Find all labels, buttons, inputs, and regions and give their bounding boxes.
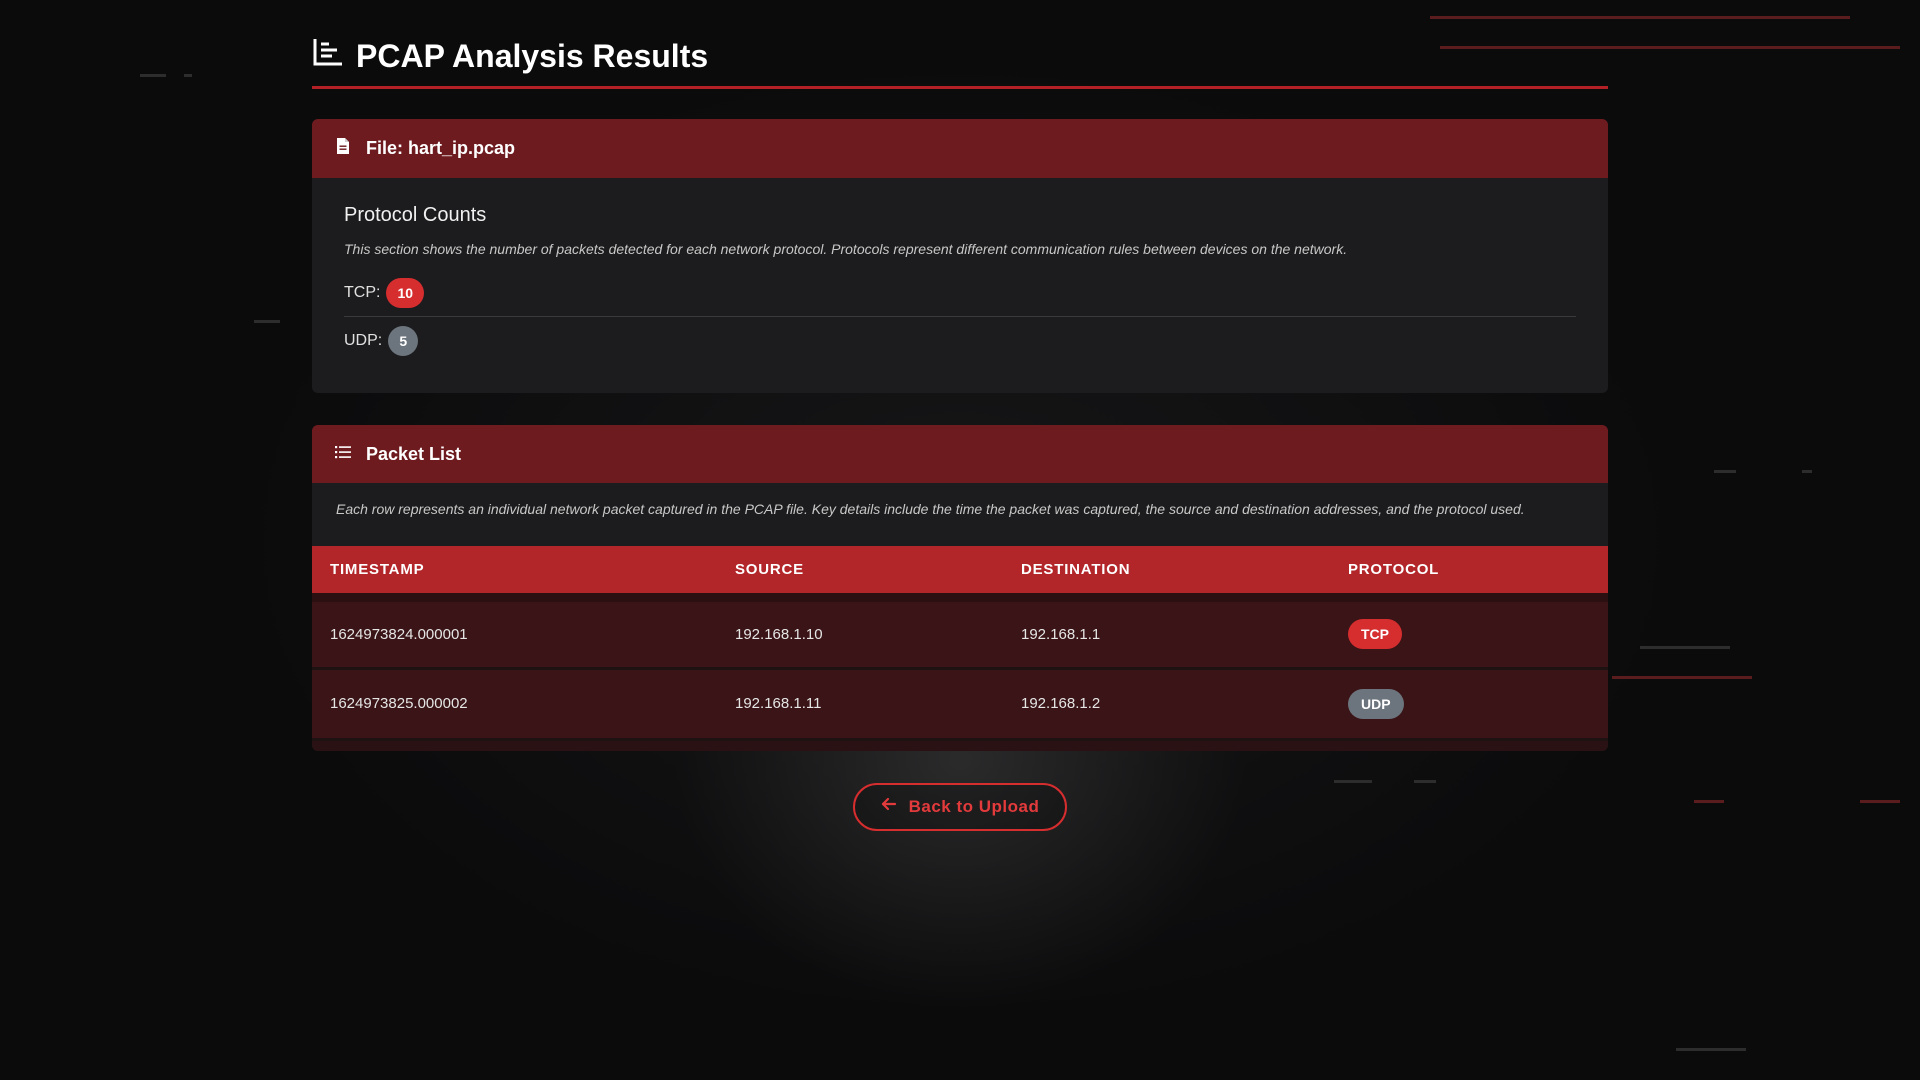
- bg-decoration: [1694, 800, 1724, 803]
- chart-bar-icon: [312, 36, 344, 76]
- packet-table: TIMESTAMP SOURCE DESTINATION PROTOCOL 16…: [312, 546, 1608, 741]
- protocol-badge: TCP: [1348, 619, 1402, 649]
- column-header-source: SOURCE: [735, 560, 804, 578]
- bg-decoration: [184, 74, 192, 77]
- bg-decoration: [1640, 646, 1730, 649]
- column-header-timestamp: TIMESTAMP: [330, 560, 425, 578]
- section-title: Protocol Counts: [344, 204, 487, 226]
- table-row: 1624973824.000001 192.168.1.10 192.168.1…: [312, 597, 1608, 668]
- bg-decoration: [1860, 800, 1900, 803]
- bg-decoration: [1430, 16, 1850, 19]
- bg-decoration: [1802, 470, 1812, 473]
- column-header-destination: DESTINATION: [1021, 560, 1131, 578]
- cell-source: 192.168.1.11: [735, 695, 822, 712]
- file-icon: [334, 137, 352, 160]
- count-badge: 10: [386, 277, 425, 308]
- back-button-label: Back to Upload: [908, 796, 1040, 816]
- packet-list-card: Packet List Each row represents an indiv…: [312, 425, 1608, 751]
- protocol-label: UDP:: [344, 332, 383, 349]
- page-title: PCAP Analysis Results: [312, 36, 1608, 89]
- back-to-upload-button[interactable]: Back to Upload: [852, 782, 1068, 831]
- cell-timestamp: 1624973824.000001: [330, 625, 468, 643]
- page-title-text: PCAP Analysis Results: [356, 37, 709, 74]
- cell-timestamp: 1624973825.000002: [330, 695, 468, 712]
- file-card-header: File: hart_ip.pcap: [312, 119, 1608, 178]
- column-header-protocol: PROTOCOL: [1348, 560, 1440, 578]
- protocol-label: TCP:: [344, 283, 381, 301]
- cell-destination: 192.168.1.2: [1021, 695, 1101, 712]
- bg-decoration: [1714, 470, 1736, 473]
- count-badge: 5: [388, 326, 419, 356]
- file-card: File: hart_ip.pcap Protocol Counts This …: [312, 119, 1608, 393]
- bg-decoration: [1612, 676, 1752, 679]
- packet-list-description: Each row represents an individual networ…: [312, 483, 1608, 546]
- file-name: File: hart_ip.pcap: [366, 138, 516, 158]
- protocol-count-row: UDP: 5: [344, 317, 1576, 365]
- table-footer: [312, 740, 1608, 751]
- list-icon: [334, 443, 352, 466]
- bg-decoration: [1676, 1048, 1746, 1051]
- protocol-counts-section: Protocol Counts This section shows the n…: [312, 178, 1608, 393]
- arrow-left-icon: [881, 796, 897, 817]
- cell-protocol: TCP: [1330, 597, 1608, 668]
- table-row: 1624973825.000002 192.168.1.11 192.168.1…: [312, 668, 1608, 739]
- back-button-container: Back to Upload: [312, 782, 1608, 831]
- table-header-row: TIMESTAMP SOURCE DESTINATION PROTOCOL: [312, 546, 1608, 597]
- section-description: This section shows the number of packets…: [344, 241, 1348, 257]
- cell-destination: 192.168.1.1: [1021, 625, 1101, 643]
- protocol-badge: UDP: [1348, 688, 1404, 719]
- protocol-count-row: TCP: 10: [344, 269, 1576, 317]
- packet-list-header: Packet List: [312, 425, 1608, 483]
- cell-source: 192.168.1.10: [735, 625, 823, 643]
- cell-protocol: UDP: [1330, 668, 1608, 739]
- bg-decoration: [254, 320, 280, 323]
- bg-decoration: [140, 74, 166, 77]
- main-content: PCAP Analysis Results File: hart_ip.pcap…: [312, 36, 1608, 831]
- packet-list-title: Packet List: [366, 443, 462, 464]
